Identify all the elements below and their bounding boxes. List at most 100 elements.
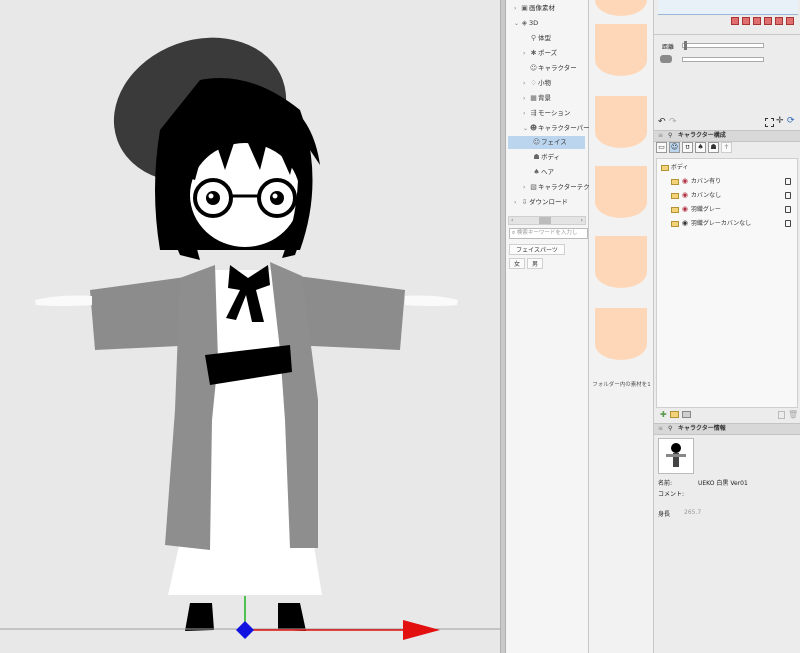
structure-item[interactable]: ◉ カバンなし [671, 189, 797, 202]
object-slider[interactable] [682, 57, 764, 62]
select-tool-icon[interactable] [765, 118, 774, 127]
tree-item-3d[interactable]: ⌄ ◈ 3D [514, 17, 538, 30]
structure-item[interactable]: ◉ 羽織グレーカバンなし [671, 217, 797, 230]
face-icon: ☺ [532, 138, 541, 146]
panel-menu-icon[interactable]: ≡ [658, 131, 663, 141]
body-icon: ☗ [533, 153, 540, 161]
tree-item-body-type[interactable]: ⚲ 体型 [523, 32, 551, 45]
folder-icon [661, 164, 669, 171]
material-tree-panel: › ▣画像素材 ⌄ ◈ 3D ⚲ 体型 › ✱ ポーズ ☺キャラクター › ♢小物 › ▦背景 … [506, 0, 590, 653]
lock-icon[interactable] [785, 206, 791, 213]
tree-item-download[interactable]: › ⇩ ダウンロード [514, 196, 568, 209]
3d-canvas[interactable] [0, 0, 500, 653]
pose-tab-icon[interactable]: ✝ [721, 142, 732, 153]
char-structure-icon: ⚲ [668, 132, 673, 139]
hair-icon: ♠ [533, 168, 540, 176]
angle-preview-strip[interactable] [658, 0, 798, 15]
cube-view-icon[interactable] [764, 17, 772, 25]
structure-item[interactable]: ◉ 羽織グレー [671, 203, 797, 216]
tag-button-female[interactable]: 女 [509, 258, 525, 269]
char-info-header: ≡ ⚲ キャラクター情報 [654, 423, 800, 435]
tag-button-male[interactable]: 男 [527, 258, 543, 269]
face-tab-icon[interactable]: ʊ [682, 142, 693, 153]
lock-icon[interactable] [785, 192, 791, 199]
tree-item-props[interactable]: › ♢小物 [523, 77, 551, 90]
character-parts-icon: ☻ [529, 124, 538, 132]
panel-menu-icon[interactable]: ≡ [658, 424, 663, 434]
object-icon [660, 55, 672, 63]
tree-item-hair[interactable]: ♠ヘア [532, 166, 554, 179]
cube-view-icon[interactable] [753, 17, 761, 25]
figure-icon: ⚲ [530, 34, 537, 42]
char-structure-header: ≡ ⚲ キャラクター構成 [654, 130, 800, 142]
face-material-thumbnail[interactable] [595, 24, 647, 76]
lock-icon[interactable] [785, 220, 791, 227]
tree-horizontal-scrollbar[interactable]: ‹ › [508, 216, 586, 225]
tree-item-character-texture[interactable]: › ▧キャラクターテク [523, 181, 590, 194]
cube-view-icon[interactable] [731, 17, 739, 25]
right-panel: 距離 ↶ ↷ ✛ ⟳ ≡ ⚲ キャラクター構成 ▭ ☺ ʊ ♠ ☗ ✝ ボディ … [654, 0, 800, 653]
height-value: 265.7 [684, 509, 702, 516]
trash-icon[interactable]: 🗑 [788, 410, 798, 419]
scroll-thumb[interactable] [539, 217, 551, 224]
cube-view-icon[interactable] [775, 17, 783, 25]
lock-icon[interactable] [785, 178, 791, 185]
tag-button-face-parts[interactable]: フェイスパーツ [509, 244, 565, 255]
tree-item-motion[interactable]: › ⇶ モーション [523, 107, 570, 120]
redo-icon[interactable]: ↷ [669, 117, 677, 127]
scroll-left-icon[interactable]: ‹ [511, 217, 513, 224]
face-material-thumbnail[interactable] [595, 96, 647, 148]
tree-item-character-parts[interactable]: ⌄ ☻キャラクターパー [523, 122, 590, 135]
distance-slider[interactable] [682, 41, 764, 50]
tree-item-body[interactable]: ☗ボディ [532, 151, 560, 164]
download-icon: ⇩ [521, 198, 528, 206]
face-material-thumbnail[interactable] [595, 0, 647, 16]
visibility-icon[interactable]: ◉ [681, 175, 689, 188]
hair-tab-icon[interactable]: ♠ [695, 142, 706, 153]
name-value: UEKO 白黒 Ver01 [698, 480, 748, 487]
material-thumbnail-list: フォルダー内の素材を1 [589, 0, 654, 653]
accessory-tab-icon[interactable]: ☗ [708, 142, 719, 153]
landscape-icon[interactable]: ▭ [656, 142, 667, 153]
x-axis-arrow [403, 620, 440, 640]
refresh-icon[interactable]: ⟳ [787, 116, 795, 126]
tree-item-pose[interactable]: › ✱ ポーズ [523, 47, 557, 60]
search-input[interactable]: ⌕ 検索キーワードを入力し [509, 228, 588, 239]
structure-item[interactable]: ◉ カバン有り [671, 175, 797, 188]
face-material-thumbnail[interactable] [595, 308, 647, 360]
new-folder-icon[interactable] [670, 411, 679, 418]
origin-handle [236, 621, 254, 639]
face-material-thumbnail[interactable] [595, 166, 647, 218]
add-icon[interactable]: ✚ [660, 410, 667, 419]
cube-view-icon[interactable] [742, 17, 750, 25]
tree-item-character[interactable]: ☺キャラクター [523, 62, 577, 75]
motion-icon: ⇶ [530, 109, 537, 117]
folder-icon [671, 178, 679, 185]
face-material-thumbnail[interactable] [595, 236, 647, 288]
character-tab-icon[interactable]: ☺ [669, 142, 680, 153]
visibility-icon[interactable]: ◉ [681, 189, 689, 202]
visibility-icon[interactable]: ◉ [681, 217, 689, 230]
tree-item-background[interactable]: › ▦背景 [523, 92, 551, 105]
structure-root-body[interactable]: ボディ [661, 161, 800, 174]
tree-item-face[interactable]: ☺フェイス [508, 136, 585, 149]
cube-view-icon[interactable] [786, 17, 794, 25]
undo-icon[interactable]: ↶ [658, 117, 666, 127]
char-structure-title: キャラクター構成 [678, 132, 726, 139]
page-icon[interactable] [778, 411, 785, 419]
scroll-right-icon[interactable]: › [581, 217, 583, 224]
comment-label: コメント: [658, 491, 685, 498]
info-icon: ⚲ [668, 425, 673, 432]
character-thumbnail [658, 438, 694, 474]
height-label: 身長 [658, 511, 671, 518]
visibility-icon[interactable]: ◉ [681, 203, 689, 216]
char-structure-list: ボディ ◉ カバン有り ◉ カバンなし ◉ 羽織グレー ◉ 羽織グレーカバンなし [656, 158, 798, 408]
background-icon: ▦ [530, 94, 537, 102]
name-label: 名前: [658, 480, 673, 487]
distance-label: 距離 [662, 44, 675, 51]
crosshair-icon[interactable]: ✛ [776, 116, 784, 126]
tree-item-image-material[interactable]: › ▣画像素材 [514, 2, 555, 15]
char-info-title: キャラクター情報 [678, 425, 726, 432]
duplicate-icon[interactable] [682, 411, 691, 418]
character-model[interactable] [0, 0, 500, 653]
